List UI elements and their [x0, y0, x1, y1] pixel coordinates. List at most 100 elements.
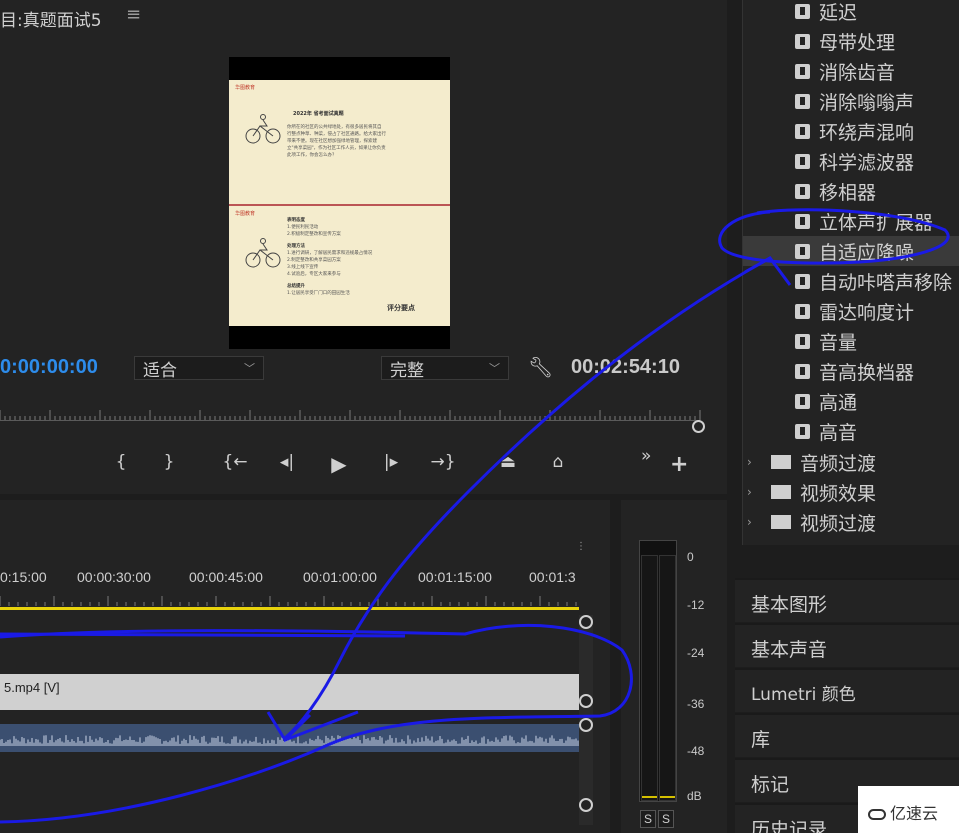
effect-item[interactable]: 科学滤波器: [795, 146, 914, 176]
effect-item[interactable]: 延迟: [795, 0, 857, 26]
extract-button[interactable]: ⌂: [545, 452, 571, 472]
playhead-timecode[interactable]: 0:00:00:00: [0, 356, 98, 379]
effect-item[interactable]: 高通: [795, 386, 857, 416]
zoom-fit-value: 适合: [143, 360, 177, 381]
audio-effect-icon: [795, 393, 810, 409]
play-button[interactable]: ▶: [326, 452, 352, 476]
effect-folder-audio-transitions[interactable]: › 音频过渡: [747, 447, 876, 477]
effect-item[interactable]: 音量: [795, 326, 857, 356]
timeline-menu-icon[interactable]: ⋮: [576, 541, 586, 552]
panel-tab-libraries[interactable]: 库: [735, 713, 959, 757]
meter-channel-left: [641, 555, 658, 801]
timeline-time-label: 00:01:15:00: [418, 569, 492, 585]
doc-paragraph-line: 带来不便。现在社区想加强绿地管理，探索建: [287, 139, 377, 144]
effect-item[interactable]: 消除嗡嗡声: [795, 86, 914, 116]
video-preview[interactable]: 华图教育 2022年 省考面试真题 你所在的社区的公共绿地处，有很多居民将其自 …: [229, 57, 450, 349]
timeline-ruler[interactable]: [0, 588, 580, 606]
doc-point-line: 表明态度: [287, 218, 305, 223]
doc-paragraph-line: 行整点种草、种菜，侵占了社区通路。给大家出行: [287, 132, 386, 137]
audio-effect-icon: [795, 33, 810, 49]
effect-item[interactable]: 自动咔嗒声移除: [795, 266, 952, 296]
solo-right-button[interactable]: S: [658, 810, 674, 828]
sequence-duration: 00:02:54:10: [571, 356, 680, 378]
timeline-panel: [0, 500, 610, 833]
button-editor-add-icon[interactable]: +: [670, 452, 688, 477]
effect-label: 消除齿音: [819, 61, 896, 84]
track-scroll-handle[interactable]: [579, 798, 593, 812]
meter-level: [642, 796, 657, 798]
effect-label: 音量: [819, 331, 858, 354]
doc-point-line: 4.试验后，专区大家来参与: [287, 272, 341, 277]
step-back-button[interactable]: ◂|: [274, 452, 300, 472]
monitor-time-ruler[interactable]: [0, 402, 705, 422]
effect-item-selected[interactable]: 自适应降噪: [795, 236, 914, 266]
audio-clip[interactable]: [0, 724, 579, 752]
chevron-down-icon: ﹀: [489, 362, 500, 375]
effect-label: 科学滤波器: [819, 151, 915, 174]
effect-item[interactable]: 消除齿音: [795, 56, 895, 86]
db-label: -36: [687, 697, 705, 711]
meter-channel-right: [659, 555, 676, 801]
doc-score-label: 评分要点: [387, 304, 415, 312]
chevron-right-icon: ›: [747, 455, 752, 469]
effect-item[interactable]: 母带处理: [795, 26, 895, 56]
effect-label: 延迟: [819, 1, 858, 24]
panel-tab-essential-sound[interactable]: 基本声音: [735, 623, 959, 667]
track-scroll-handle[interactable]: [579, 615, 593, 629]
wrench-icon[interactable]: 🔧︎: [528, 355, 553, 379]
monitor-scrub-bar[interactable]: [0, 420, 700, 421]
folder-label: 视频效果: [800, 482, 877, 505]
playback-resolution-value: 完整: [390, 360, 424, 381]
effect-item[interactable]: 环绕声混响: [795, 116, 914, 146]
panel-tab-lumetri-color[interactable]: Lumetri 颜色: [735, 668, 959, 712]
effect-item[interactable]: 雷达响度计: [795, 296, 914, 326]
track-scroll-handle[interactable]: [579, 718, 593, 732]
doc-logo-top: 华图教育: [235, 85, 256, 91]
doc-point-line: 总结提升: [287, 284, 305, 289]
audio-effect-icon: [795, 273, 810, 289]
effect-label: 自适应降噪: [819, 241, 915, 264]
track-scroll-handle[interactable]: [579, 694, 593, 708]
go-to-in-button[interactable]: {←: [222, 452, 248, 472]
db-label: dB: [687, 789, 702, 803]
effect-folder-video-transitions[interactable]: › 视频过渡: [747, 507, 876, 537]
lift-button[interactable]: ⏏︎: [495, 452, 521, 472]
effect-folder-video-effects[interactable]: › 视频效果: [747, 477, 876, 507]
folder-icon: [771, 515, 791, 529]
effect-item[interactable]: 高音: [795, 416, 857, 446]
doc-point-line: 2.制定整改和共享菜园方案: [287, 258, 341, 263]
timeline-time-label: 00:00:45:00: [189, 569, 263, 585]
playback-resolution-select[interactable]: 完整 ﹀: [381, 356, 509, 381]
effect-label: 高通: [819, 391, 858, 414]
go-to-out-button[interactable]: →}: [430, 452, 456, 472]
video-clip[interactable]: 5.mp4 [V]: [0, 674, 579, 710]
effect-label: 母带处理: [819, 31, 896, 54]
doc-paragraph-line: 此项工作，你会怎么办？: [287, 153, 337, 158]
video-clip-label: 5.mp4 [V]: [4, 680, 60, 695]
doc-separator: [229, 204, 450, 206]
effect-item[interactable]: 移相器: [795, 176, 876, 206]
audio-effect-icon: [795, 423, 810, 439]
db-label: 0: [687, 550, 694, 564]
effect-label: 移相器: [819, 181, 877, 204]
mark-out-button[interactable]: }: [156, 452, 182, 472]
step-forward-button[interactable]: |▸: [378, 452, 404, 472]
effect-label: 立体声扩展器: [819, 211, 934, 234]
more-controls-icon[interactable]: »: [641, 446, 651, 466]
audio-effect-icon: [795, 153, 810, 169]
effect-item[interactable]: 音高换档器: [795, 356, 914, 386]
effect-item[interactable]: 立体声扩展器: [795, 206, 933, 236]
mark-in-button[interactable]: {: [108, 452, 134, 472]
panel-tab-essential-graphics[interactable]: 基本图形: [735, 578, 959, 622]
solo-left-button[interactable]: S: [640, 810, 656, 828]
effect-label: 环绕声混响: [819, 121, 915, 144]
db-label: -48: [687, 744, 705, 758]
effect-label: 雷达响度计: [819, 301, 915, 324]
watermark-label: 亿速云: [890, 804, 939, 823]
folder-icon: [771, 485, 791, 499]
work-area-bar[interactable]: [0, 607, 579, 610]
panel-menu-icon[interactable]: ≡: [126, 4, 141, 25]
doc-point-line: 2.积极制定整改和宣传方案: [287, 232, 341, 237]
zoom-scroll-handle[interactable]: [692, 420, 705, 433]
zoom-fit-select[interactable]: 适合 ﹀: [134, 356, 264, 381]
